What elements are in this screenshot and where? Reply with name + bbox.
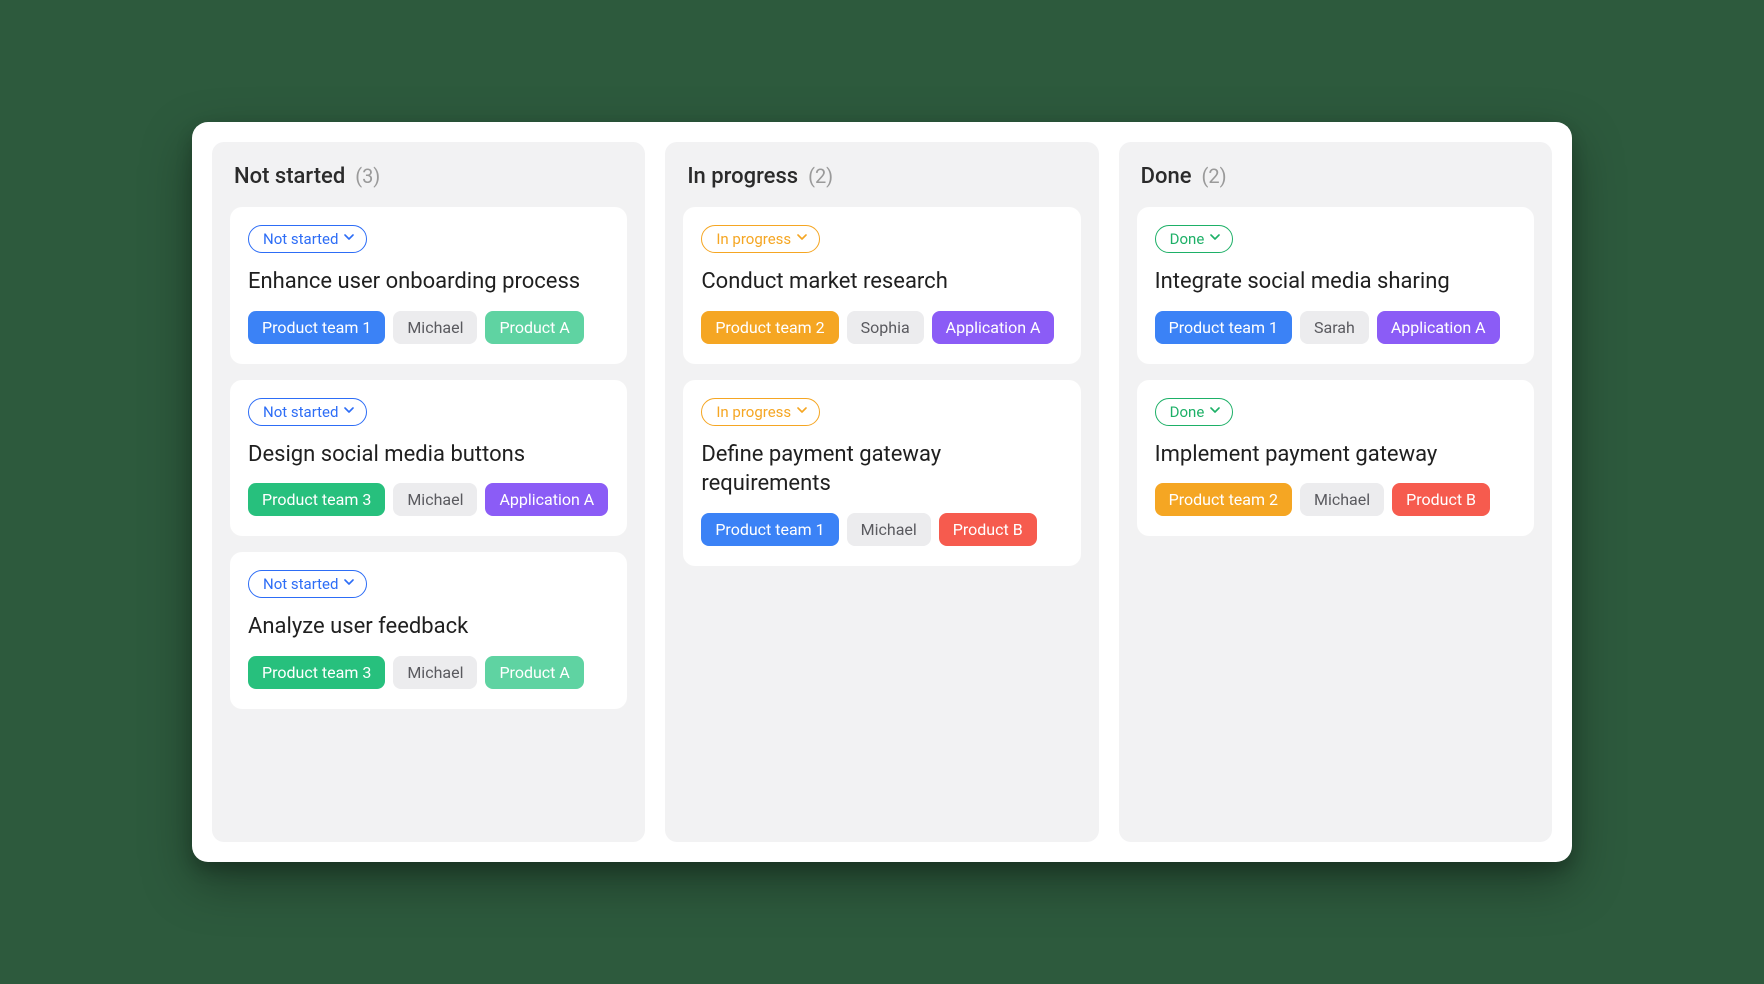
kanban-column: In progress (2) In progress Conduct market … xyxy=(665,142,1098,842)
card-title: Analyze user feedback xyxy=(248,612,609,642)
kanban-card[interactable]: In progress Define payment gateway requir… xyxy=(683,380,1080,566)
tag[interactable]: Sarah xyxy=(1300,311,1369,344)
card-title: Define payment gateway requirements xyxy=(701,440,1062,499)
column-header: Not started (3) xyxy=(230,160,627,191)
column-header: Done (2) xyxy=(1137,160,1534,191)
column-count: (3) xyxy=(355,164,380,188)
status-label: Done xyxy=(1170,230,1205,248)
status-label: Not started xyxy=(263,575,338,593)
tag-list: Product team 2MichaelProduct B xyxy=(1155,483,1516,516)
tag[interactable]: Product B xyxy=(939,513,1037,546)
kanban-card[interactable]: Not started Enhance user onboarding proce… xyxy=(230,207,627,364)
column-header: In progress (2) xyxy=(683,160,1080,191)
tag[interactable]: Michael xyxy=(393,311,477,344)
column-title: Done xyxy=(1141,164,1192,189)
card-title: Implement payment gateway xyxy=(1155,440,1516,470)
tag[interactable]: Product A xyxy=(485,656,583,689)
status-dropdown[interactable]: Not started xyxy=(248,398,367,426)
chevron-down-icon xyxy=(1210,407,1220,417)
column-count: (2) xyxy=(808,164,833,188)
tag[interactable]: Michael xyxy=(1300,483,1384,516)
tag[interactable]: Michael xyxy=(847,513,931,546)
tag[interactable]: Product team 1 xyxy=(701,513,838,546)
column-title: Not started xyxy=(234,164,345,189)
status-label: Not started xyxy=(263,230,338,248)
status-label: In progress xyxy=(716,230,791,248)
kanban-column: Done (2) Done Integrate social media sharin… xyxy=(1119,142,1552,842)
status-label: In progress xyxy=(716,403,791,421)
chevron-down-icon xyxy=(344,234,354,244)
status-dropdown[interactable]: Not started xyxy=(248,225,367,253)
kanban-card[interactable]: Done Integrate social media sharing Produc… xyxy=(1137,207,1534,364)
status-dropdown[interactable]: Not started xyxy=(248,570,367,598)
card-title: Integrate social media sharing xyxy=(1155,267,1516,297)
kanban-column: Not started (3) Not started Enhance user on… xyxy=(212,142,645,842)
tag-list: Product team 2 SophiaApplication A xyxy=(701,311,1062,344)
status-dropdown[interactable]: In progress xyxy=(701,398,820,426)
kanban-card[interactable]: Not started Analyze user feedback Product … xyxy=(230,552,627,709)
card-title: Conduct market research xyxy=(701,267,1062,297)
status-dropdown[interactable]: In progress xyxy=(701,225,820,253)
kanban-board: Not started (3) Not started Enhance user on… xyxy=(192,122,1572,862)
status-label: Done xyxy=(1170,403,1205,421)
chevron-down-icon xyxy=(344,407,354,417)
tag[interactable]: Product team 1 xyxy=(248,311,385,344)
tag[interactable]: Product team 2 xyxy=(1155,483,1292,516)
tag[interactable]: Sophia xyxy=(847,311,924,344)
status-dropdown[interactable]: Done xyxy=(1155,225,1234,253)
tag-list: Product team 1SarahApplication A xyxy=(1155,311,1516,344)
tag[interactable]: Product team 1 xyxy=(1155,311,1292,344)
tag-list: Product team 3MichaelProduct A xyxy=(248,656,609,689)
tag[interactable]: Application A xyxy=(1377,311,1500,344)
chevron-down-icon xyxy=(1210,234,1220,244)
tag[interactable]: Product A xyxy=(485,311,583,344)
tag[interactable]: Michael xyxy=(393,483,477,516)
column-title: In progress xyxy=(687,164,798,189)
status-label: Not started xyxy=(263,403,338,421)
tag[interactable]: Application A xyxy=(932,311,1055,344)
tag[interactable]: Application A xyxy=(485,483,608,516)
chevron-down-icon xyxy=(797,234,807,244)
tag-list: Product team 3MichaelApplication A xyxy=(248,483,609,516)
tag[interactable]: Product B xyxy=(1392,483,1490,516)
card-title: Enhance user onboarding process xyxy=(248,267,609,297)
status-dropdown[interactable]: Done xyxy=(1155,398,1234,426)
tag[interactable]: Product team 2 xyxy=(701,311,838,344)
kanban-card[interactable]: Done Implement payment gateway Product tea… xyxy=(1137,380,1534,537)
chevron-down-icon xyxy=(344,579,354,589)
kanban-card[interactable]: In progress Conduct market research Produc… xyxy=(683,207,1080,364)
tag[interactable]: Product team 3 xyxy=(248,483,385,516)
kanban-card[interactable]: Not started Design social media buttons Pr… xyxy=(230,380,627,537)
tag[interactable]: Michael xyxy=(393,656,477,689)
tag-list: Product team 1 MichaelProduct B xyxy=(701,513,1062,546)
chevron-down-icon xyxy=(797,407,807,417)
tag-list: Product team 1MichaelProduct A xyxy=(248,311,609,344)
tag[interactable]: Product team 3 xyxy=(248,656,385,689)
card-title: Design social media buttons xyxy=(248,440,609,470)
column-count: (2) xyxy=(1202,164,1227,188)
